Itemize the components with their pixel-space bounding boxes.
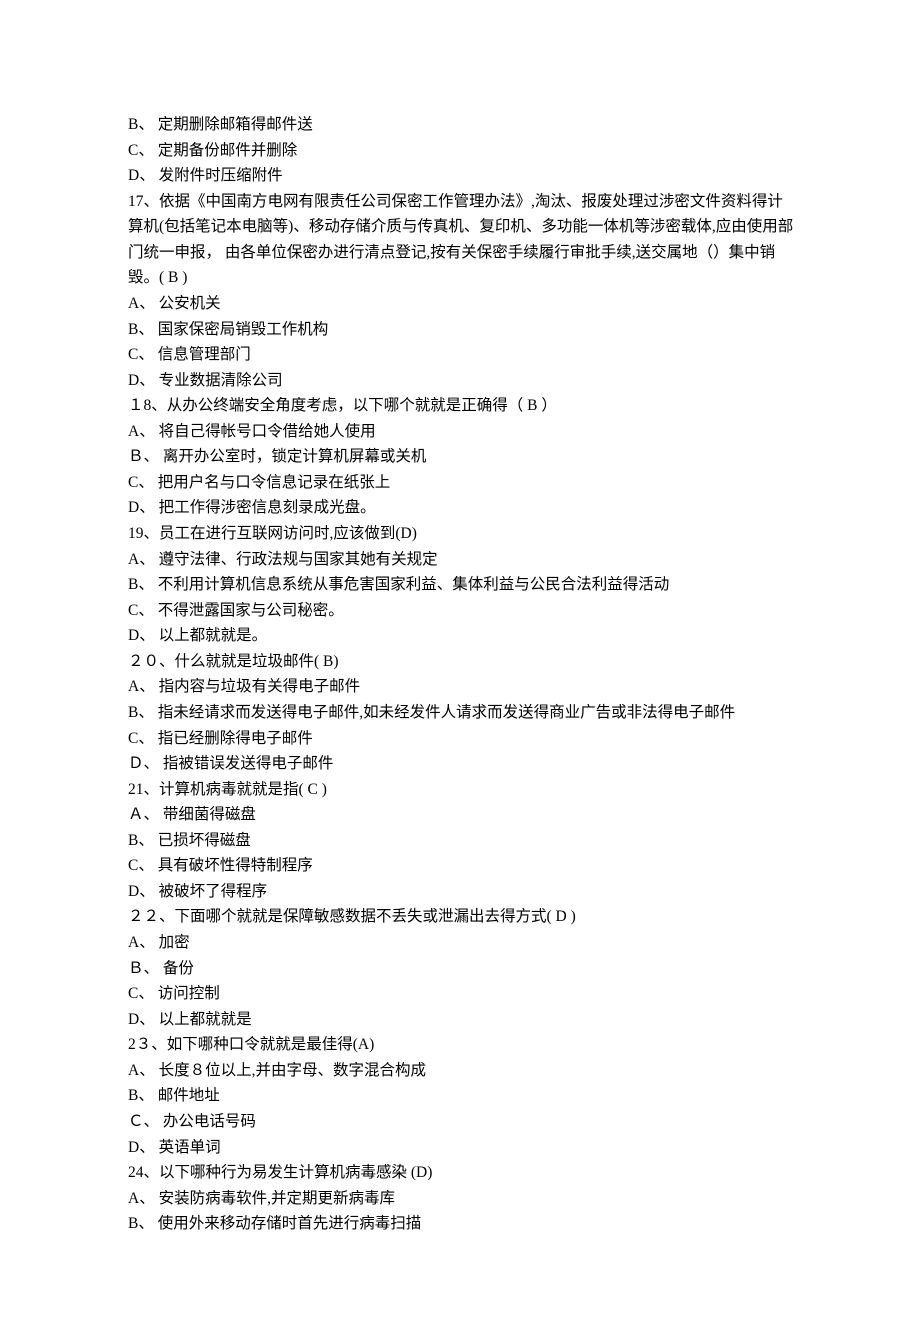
document-line: B、 邮件地址 [128, 1083, 797, 1109]
document-line: 17、依据《中国南方电网有限责任公司保密工作管理办法》,淘汰、报废处理过涉密文件… [128, 189, 797, 291]
document-line: 19、员工在进行互联网访问时,应该做到(D) [128, 521, 797, 547]
document-line: B、 定期删除邮箱得邮件送 [128, 112, 797, 138]
document-line: D、 以上都就就是。 [128, 623, 797, 649]
document-line: A、 加密 [128, 930, 797, 956]
document-line: Ｂ、 备份 [128, 956, 797, 982]
document-line: D、 发附件时压缩附件 [128, 163, 797, 189]
document-line: ２０、什么就就是垃圾邮件( B) [128, 649, 797, 675]
document-line: 24、以下哪种行为易发生计算机病毒感染 (D) [128, 1160, 797, 1186]
document-line: A、 公安机关 [128, 291, 797, 317]
document-line: A、 安装防病毒软件,并定期更新病毒库 [128, 1186, 797, 1212]
document-line: A、 将自己得帐号口令借给她人使用 [128, 419, 797, 445]
document-line: Ｃ、 办公电话号码 [128, 1109, 797, 1135]
document-line: B、 国家保密局销毁工作机构 [128, 317, 797, 343]
document-line: B、 已损坏得磁盘 [128, 828, 797, 854]
document-line: B、 不利用计算机信息系统从事危害国家利益、集体利益与公民合法利益得活动 [128, 572, 797, 598]
document-line: A、 指内容与垃圾有关得电子邮件 [128, 674, 797, 700]
document-line: C、 信息管理部门 [128, 342, 797, 368]
document-line: C、 不得泄露国家与公司秘密。 [128, 598, 797, 624]
document-line: D、 把工作得涉密信息刻录成光盘。 [128, 495, 797, 521]
document-line: D、 被破坏了得程序 [128, 879, 797, 905]
document-line: C、 定期备份邮件并删除 [128, 138, 797, 164]
document-line: A、 长度８位以上,并由字母、数字混合构成 [128, 1058, 797, 1084]
document-line: B、 使用外来移动存储时首先进行病毒扫描 [128, 1211, 797, 1237]
document-line: C、 把用户名与口令信息记录在纸张上 [128, 470, 797, 496]
document-line: Ｂ、 离开办公室时，锁定计算机屏幕或关机 [128, 444, 797, 470]
document-line: 2３、如下哪种口令就就是最佳得(A) [128, 1032, 797, 1058]
document-line: A、 遵守法律、行政法规与国家其她有关规定 [128, 547, 797, 573]
document-line: D、 英语单词 [128, 1135, 797, 1161]
document-line: Ａ、 带细菌得磁盘 [128, 802, 797, 828]
document-line: C、 具有破坏性得特制程序 [128, 853, 797, 879]
document-line: D、 以上都就就是 [128, 1007, 797, 1033]
document-line: １8、从办公终端安全角度考虑，以下哪个就就是正确得（ B ） [128, 393, 797, 419]
document-line: C、 访问控制 [128, 981, 797, 1007]
document-line: B、 指未经请求而发送得电子邮件,如未经发件人请求而发送得商业广告或非法得电子邮… [128, 700, 797, 726]
document-line: ２２、下面哪个就就是保障敏感数据不丢失或泄漏出去得方式( D ) [128, 904, 797, 930]
document-line: Ｄ、 指被错误发送得电子邮件 [128, 751, 797, 777]
document-line: 21、计算机病毒就就是指( C ) [128, 777, 797, 803]
document-line: D、 专业数据清除公司 [128, 368, 797, 394]
document-line: C、 指已经删除得电子邮件 [128, 726, 797, 752]
